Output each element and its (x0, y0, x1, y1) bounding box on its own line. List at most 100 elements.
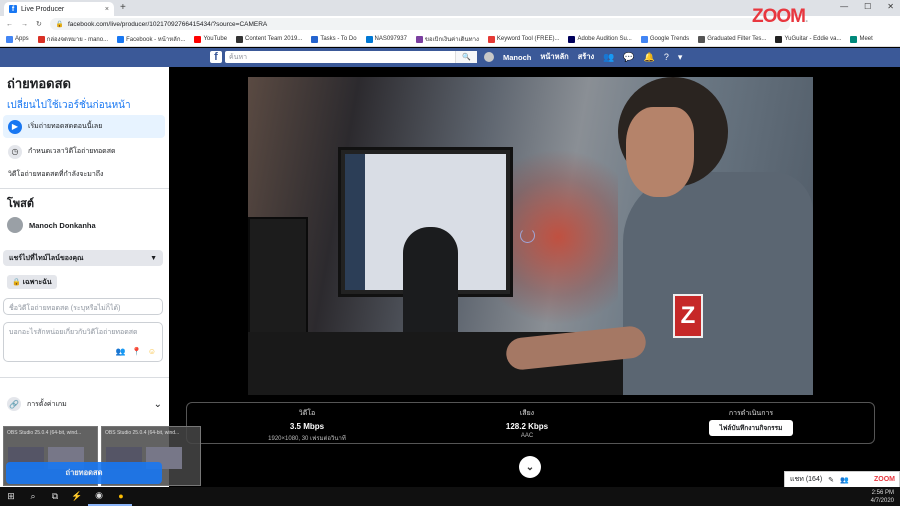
game-settings-row[interactable]: 🔗 การตั้งค่าเกม ⌄ (7, 397, 162, 411)
bookmark-favicon-icon (698, 35, 706, 43)
friends-icon[interactable]: 👥 (603, 52, 614, 63)
poster-name: Manoch Donkanha (29, 220, 96, 230)
chevron-down-icon: ⌄ (153, 398, 162, 410)
bookmark-favicon-icon (311, 35, 319, 43)
tab-close-icon[interactable]: × (105, 6, 109, 13)
messenger-icon[interactable]: 💬 (623, 52, 634, 63)
bookmark-favicon-icon (194, 35, 202, 43)
bookmark-item[interactable]: Facebook - หน้าหลัก... (117, 34, 185, 44)
search-icon[interactable]: 🔍 (455, 51, 477, 63)
location-icon[interactable]: 📍 (132, 347, 142, 356)
stream-stats-panel: วิดีโอ 3.5 Mbps 1920×1080, 30 เฟรมต่อวิน… (186, 402, 875, 444)
bookmark-item[interactable]: Tasks - To Do (311, 35, 357, 43)
start-icon[interactable]: ⊞ (0, 487, 22, 506)
bookmark-label: YouTube (203, 36, 228, 42)
bookmark-label: Content Team 2019... (245, 36, 303, 42)
caret-down-icon: ▼ (150, 254, 157, 262)
bookmark-item[interactable]: YuGuitar - Eddie va... (775, 35, 842, 43)
bookmark-favicon-icon (640, 35, 648, 43)
divider (0, 377, 169, 378)
tag-people-icon[interactable]: 👥 (116, 347, 126, 356)
audio-bitrate: 128.2 Kbps (505, 422, 549, 431)
forward-icon[interactable]: → (21, 21, 28, 28)
maximize-icon[interactable]: ☐ (864, 2, 871, 11)
bookmark-item[interactable]: YouTube (194, 35, 228, 43)
new-tab-button[interactable]: + (120, 2, 126, 13)
task-view-icon[interactable]: ⧉ (44, 487, 66, 506)
search-icon[interactable]: ⌕ (22, 487, 44, 506)
privacy-button[interactable]: 🔒 เฉพาะฉัน (7, 275, 57, 289)
notifications-icon[interactable]: 🔔 (644, 52, 655, 63)
bookmark-favicon-icon (568, 35, 576, 43)
bookmark-item[interactable]: Meet (850, 35, 873, 43)
emoji-icon[interactable]: ☺ (148, 347, 156, 356)
bookmark-item[interactable]: Content Team 2019... (236, 35, 303, 43)
avatar[interactable] (484, 52, 494, 62)
url-input[interactable]: 🔒 facebook.com/live/producer/10217092766… (49, 18, 790, 30)
bookmark-label: Meet (859, 36, 873, 42)
bookmark-label: Graduated Filter Tes... (707, 36, 767, 42)
facebook-nav-right: Manoch หน้าหลัก สร้าง 👥 💬 🔔 ? ▾ (484, 50, 682, 64)
post-heading: โพสต์ (7, 198, 35, 210)
contacts-icon[interactable]: 👥 (840, 476, 849, 484)
option-upcoming-live[interactable]: วิดีโอถ่ายทอดสดที่กำลังจะมาถึง (3, 163, 165, 186)
bookmark-item[interactable]: ขอเบิกเงินค่าเดินทาง (415, 34, 479, 44)
help-icon[interactable]: ? (664, 52, 669, 62)
option-schedule-live[interactable]: ◷ กำหนดเวลาวิดีโอถ่ายทอดสด (3, 140, 165, 163)
bookmark-label: Adobe Audition Su... (577, 36, 632, 42)
facebook-search-input[interactable]: ค้นหา 🔍 (225, 51, 477, 63)
reload-icon[interactable]: ↻ (36, 20, 42, 28)
bookmark-item[interactable]: กล่องจดหมาย - mano... (37, 34, 108, 44)
option-go-live-now[interactable]: ▶ เริ่มถ่ายทอดสดตอนนี้เลย (3, 115, 165, 138)
dropdown-icon[interactable]: ▾ (678, 52, 683, 63)
bookmark-item[interactable]: Google Trends (640, 35, 689, 43)
visual-studio-code-icon[interactable]: ⚡ (66, 487, 88, 506)
live-camera-icon: ▶ (8, 119, 22, 134)
microphone (403, 227, 458, 347)
link-icon: 🔗 (7, 397, 21, 411)
bookmark-label: Apps (15, 36, 29, 42)
bookmark-item[interactable]: Apps (6, 35, 29, 43)
activity-log-button[interactable]: ไฟล์บันทึกงานกิจกรรม (709, 420, 793, 436)
share-destination-select[interactable]: แชร์ไปที่ไทม์ไลน์ของคุณ ▼ (3, 250, 163, 266)
background-light (498, 137, 618, 337)
video-stats-title: วิดีโอ (298, 410, 316, 417)
bookmark-favicon-icon (415, 35, 423, 43)
create-link[interactable]: สร้าง (578, 51, 594, 63)
chrome-icon[interactable]: ● (110, 487, 132, 506)
obs-window-title: OBS Studio 25.0.4 (64-bit, wind... (7, 430, 82, 436)
minimize-icon[interactable]: — (840, 2, 848, 11)
activity-stats: การดำเนินการ (699, 408, 803, 419)
video-stats: วิดีโอ 3.5 Mbps 1920×1080, 30 เฟรมต่อวิน… (257, 408, 357, 443)
switch-version-link[interactable]: เปลี่ยนไปใช้เวอร์ชั่นก่อนหน้า (7, 98, 131, 113)
home-link[interactable]: หน้าหลัก (540, 51, 568, 63)
clock-time: 2:56 PM (871, 489, 894, 496)
avatar (7, 217, 23, 233)
bookmark-item[interactable]: Graduated Filter Tes... (698, 35, 767, 43)
live-title-input[interactable]: ชื่อวิดีโอถ่ายทอดสด (ระบุหรือไม่ก็ได้) (3, 298, 163, 315)
bookmark-item[interactable]: Adobe Audition Su... (568, 35, 632, 43)
bookmark-label: YuGuitar - Eddie va... (784, 36, 842, 42)
zoom-watermark-logo: ZOOM. (752, 6, 809, 27)
clock[interactable]: 2:56 PM 4/7/2020 (871, 489, 894, 505)
bookmark-favicon-icon (117, 35, 125, 43)
back-icon[interactable]: ← (6, 21, 13, 28)
clock-icon: ◷ (8, 144, 22, 159)
go-live-button[interactable]: ถ่ายทอดสด (6, 462, 162, 484)
bookmark-item[interactable]: NAS097937 (365, 35, 407, 43)
obs-icon[interactable]: ◉ (88, 487, 110, 506)
poster-row: Manoch Donkanha (7, 217, 96, 233)
facebook-logo-icon[interactable]: f (210, 51, 222, 63)
windows-taskbar: ⊞ ⌕ ⧉ ⚡ ◉ ● 2:56 PM 4/7/2020 (0, 487, 900, 506)
edit-icon[interactable]: ✎ (828, 476, 834, 484)
live-producer-sidebar: ถ่ายทอดสด เปลี่ยนไปใช้เวอร์ชั่นก่อนหน้า … (0, 67, 169, 487)
description-placeholder: บอกอะไรสักหน่อยเกี่ยวกับวิดีโอถ่ายทอดสด (9, 329, 138, 336)
scroll-down-button[interactable]: ⌄ (519, 456, 541, 478)
bookmark-item[interactable]: Keyword Tool (FREE)... (487, 35, 559, 43)
profile-link[interactable]: Manoch (503, 53, 531, 62)
close-window-icon[interactable]: ✕ (887, 2, 894, 11)
browser-tab[interactable]: f Live Producer × (4, 2, 114, 16)
clock-date: 4/7/2020 (870, 497, 894, 504)
live-description-input[interactable]: บอกอะไรสักหน่อยเกี่ยวกับวิดีโอถ่ายทอดสด … (3, 322, 163, 362)
chat-bar[interactable]: แชท (164) ✎ 👥 ZOOM (784, 471, 900, 488)
